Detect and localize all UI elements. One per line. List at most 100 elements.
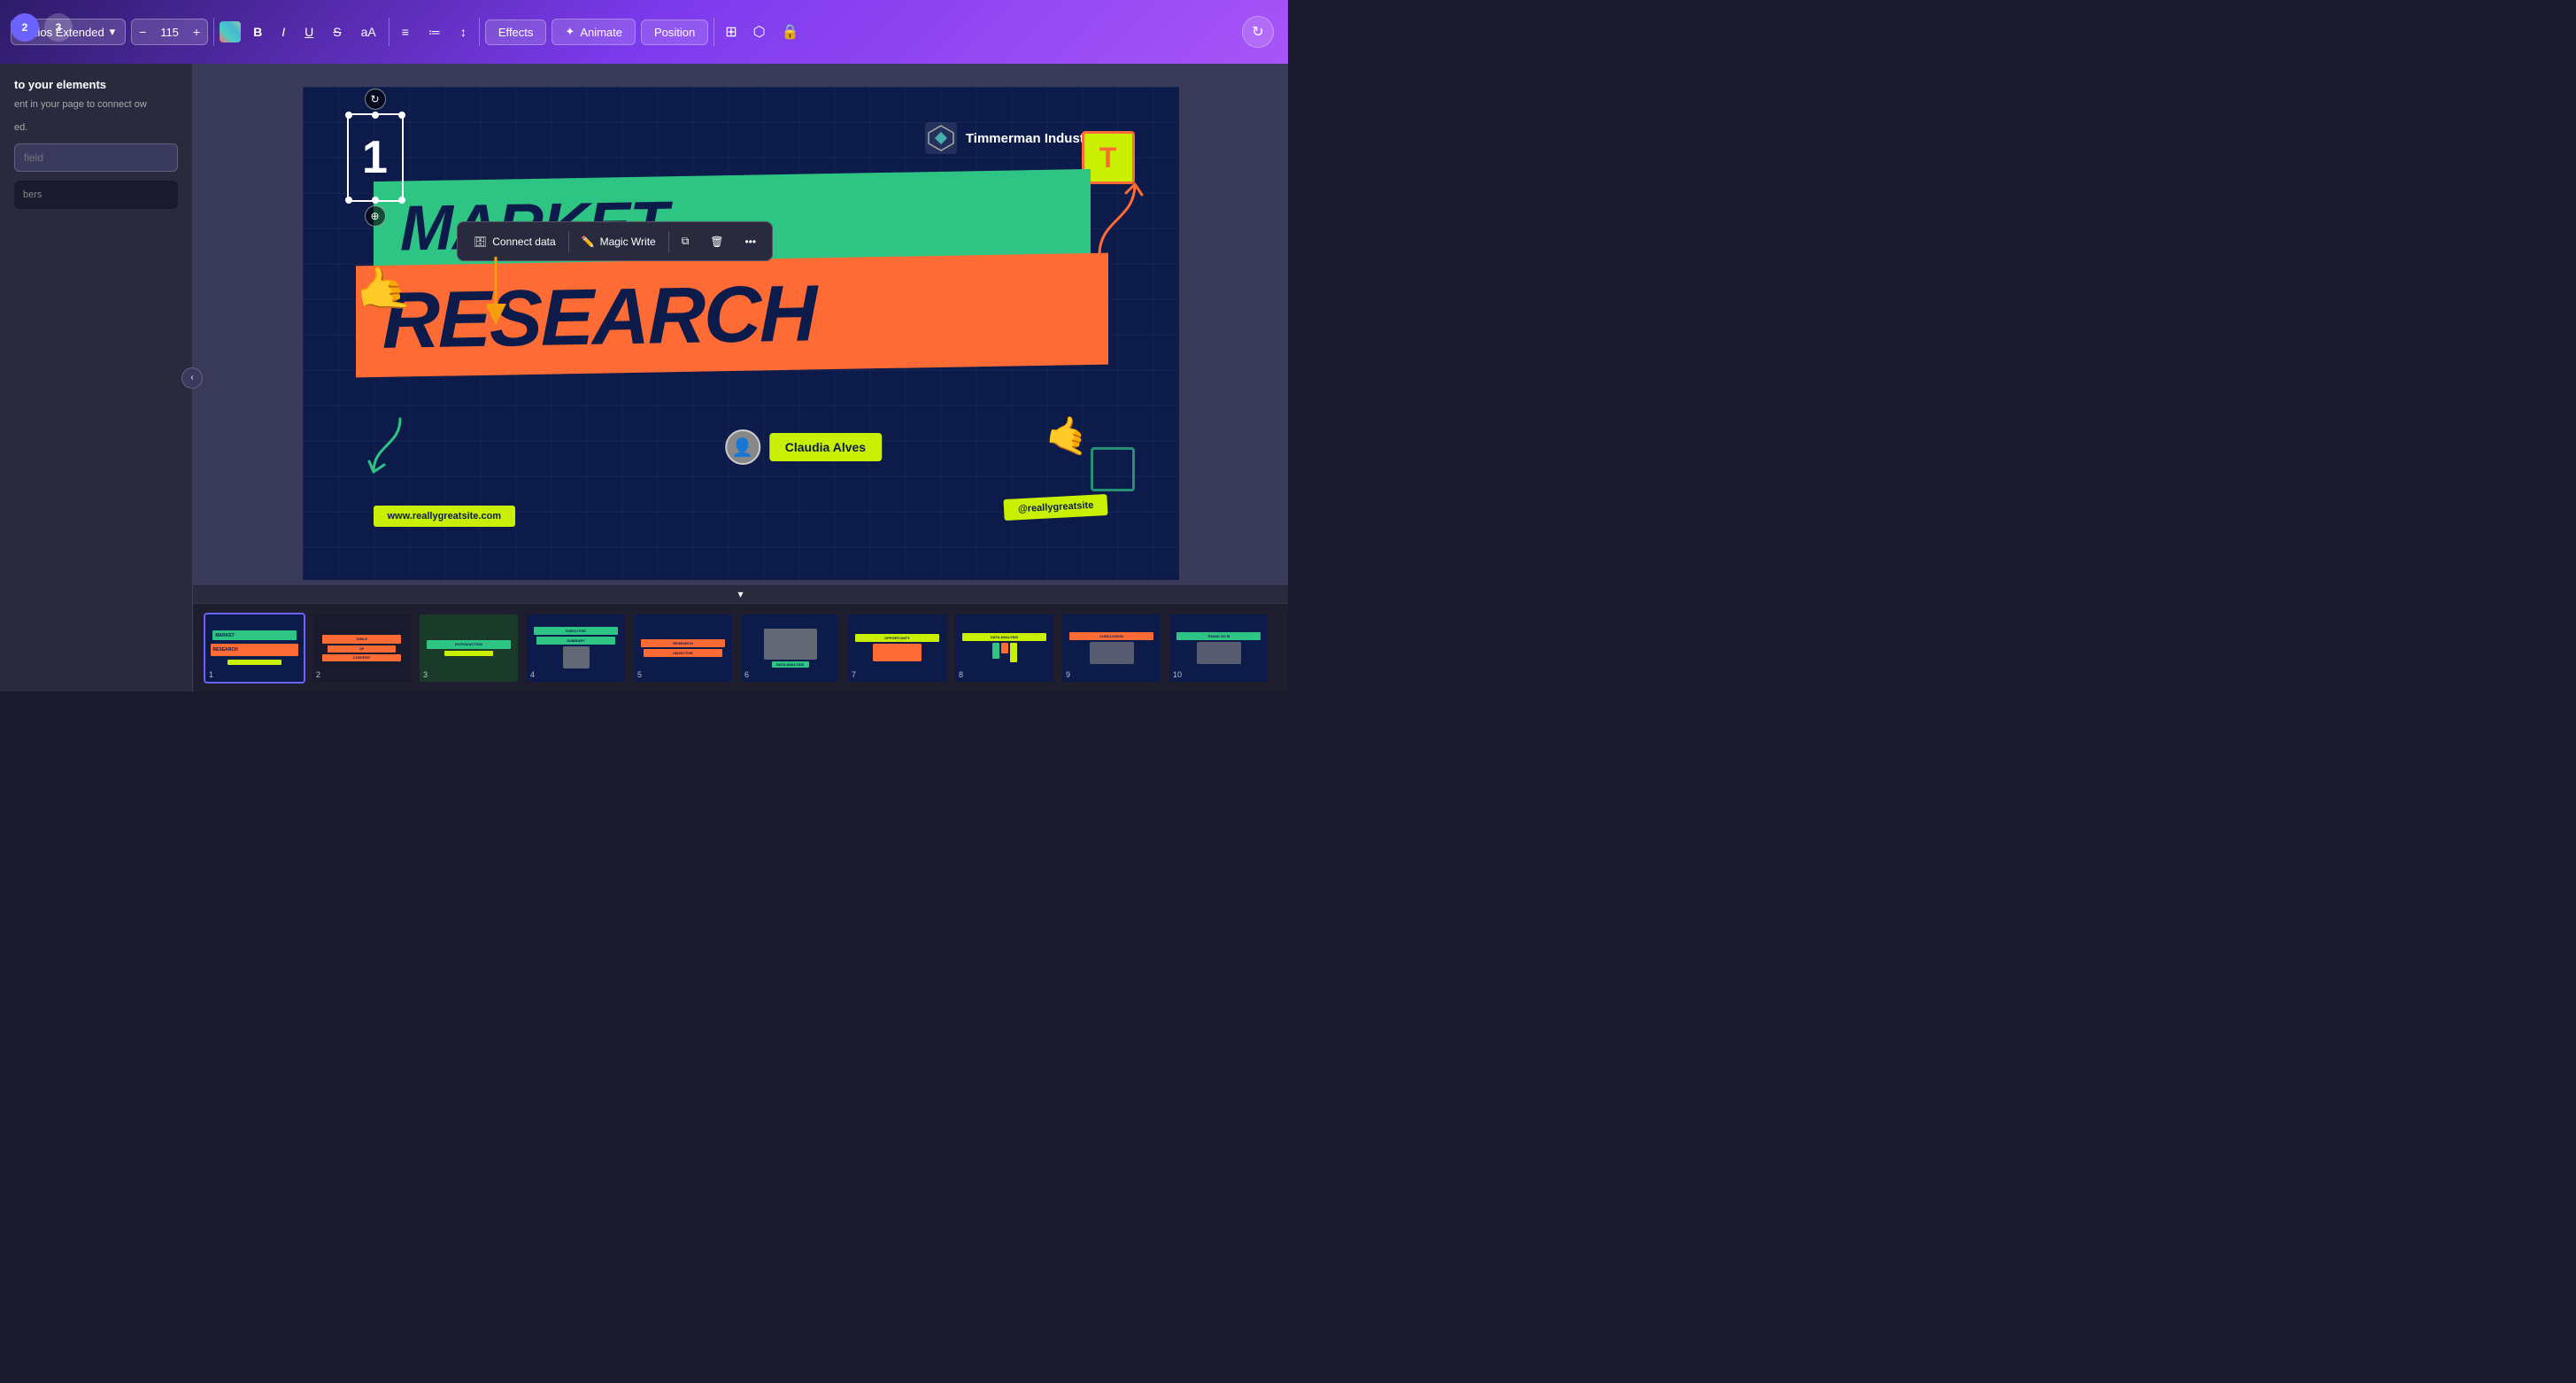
step-circles: 2 3 [0,13,83,42]
font-size-value[interactable]: 115 [153,26,186,39]
connect-data-btn[interactable]: 🗄 Connect data [465,230,565,253]
frame-icon[interactable]: ⬡ [748,18,771,46]
magic-write-icon: ✏️ [582,236,595,248]
decrease-font-btn[interactable]: − [132,19,153,44]
database-icon: 🗄 [474,236,487,248]
slide-thumb-7[interactable]: OPPORTUNITY 7 [846,613,948,684]
rotate-handle[interactable]: ↻ [365,89,386,110]
magic-write-btn[interactable]: ✏️ Magic Write [573,230,665,253]
thumb-1-content: MARKET RESEARCH [205,614,304,682]
connect-data-label: Connect data [492,236,555,248]
canvas-area: Timmerman Industries T 📌 MARKET RESEARCH… [193,64,1288,603]
position-btn[interactable]: Position [641,19,708,45]
collapse-arrow[interactable]: ▾ [193,585,1288,603]
more-btn[interactable]: ••• [737,230,766,253]
grid-icon[interactable]: ⊞ [720,18,742,46]
slide-thumb-6[interactable]: DATA ANALYSIS 6 [739,613,841,684]
refresh-btn[interactable]: ↻ [1242,16,1274,48]
ctx-divider-2 [668,231,669,252]
copy-btn[interactable]: ⧉ [673,229,698,253]
divider-1 [213,18,214,46]
color-picker[interactable] [220,21,241,42]
handle-bm[interactable] [372,197,379,204]
sidebar-dot: ed. [14,122,178,133]
hand-left-icon: 🤙 [351,259,415,321]
handle-bl[interactable] [345,197,352,204]
divider-4 [713,18,714,46]
handle-tm[interactable] [372,112,379,119]
sidebar-toggle[interactable]: ‹ [181,367,203,389]
company-logo-icon [925,122,957,154]
slide-num-5: 5 [637,670,642,679]
slide-thumb-4[interactable]: EXECUTIVE SUMMARY 4 [525,613,627,684]
strikethrough-btn[interactable]: S [326,19,348,44]
research-banner[interactable]: RESEARCH [356,253,1108,378]
hand-right-icon: 🤙 [1043,411,1093,460]
author-badge: 👤 Claudia Alves [725,429,882,465]
slide-thumb-3[interactable]: INTRODUCTION 3 [418,613,520,684]
slide-num-3: 3 [423,670,428,679]
slide-content: Timmerman Industries T 📌 MARKET RESEARCH… [303,87,1179,580]
sidebar-desc: ent in your page to connect ow [14,98,178,112]
number-display: 1 [362,131,388,184]
slide-thumb-1[interactable]: MARKET RESEARCH 1 [204,613,305,684]
magic-write-label: Magic Write [600,236,656,248]
slide-canvas: Timmerman Industries T 📌 MARKET RESEARCH… [303,87,1179,580]
list-btn[interactable]: ≔ [421,19,448,45]
sidebar: to your elements ent in your page to con… [0,64,193,692]
trash-icon: 🗑 [710,236,723,248]
divider-3 [479,18,480,46]
sidebar-dark-box-text: bers [23,189,169,200]
url-badge-left: www.reallygreatsite.com [374,506,516,527]
bold-btn[interactable]: B [246,19,269,44]
slide-thumb-2[interactable]: TABLE OF CONTENT 2 [311,613,413,684]
step-1[interactable]: 2 [11,13,39,42]
crop-box-icon [1091,447,1135,491]
context-menu: 🗄 Connect data ✏️ Magic Write ⧉ 🗑 ••• [457,221,773,261]
handle-tr[interactable] [398,112,405,119]
effects-btn[interactable]: Effects [485,19,547,45]
slide-num-9: 9 [1066,670,1070,679]
animate-icon: ✦ [565,25,575,39]
toolbar-left: Helios Extended ▾ − 115 + B I U S aA ≡ ≔… [11,18,1277,46]
url-badge-right: @reallygreatsite [1004,494,1108,521]
sidebar-input[interactable] [14,143,178,172]
slide-thumb-8[interactable]: DATA ANALYSIS 8 [953,613,1055,684]
lock-icon[interactable]: 🔒 [776,18,805,46]
slide-thumb-9[interactable]: CONCLUSION 9 [1060,613,1162,684]
line-height-btn[interactable]: ↕ [453,19,474,44]
handle-br[interactable] [398,197,405,204]
increase-font-btn[interactable]: + [186,19,207,44]
slide-num-8: 8 [959,670,963,679]
slide-thumb-10[interactable]: THANK SO M 10 [1168,613,1269,684]
ctx-divider-1 [568,231,569,252]
animate-btn[interactable]: ✦ Animate [551,19,636,45]
company-header: Timmerman Industries [925,122,1108,154]
author-avatar: 👤 [725,429,760,465]
filmstrip: MARKET RESEARCH 1 TABLE OF CONTENT 2 [193,603,1288,692]
sidebar-dark-box: bers [14,181,178,209]
delete-btn[interactable]: 🗑 [701,230,732,253]
step-2[interactable]: 3 [44,13,73,42]
align-btn[interactable]: ≡ [395,19,416,44]
chevron-down-icon: ▾ [110,25,116,39]
chevron-down-icon: ▾ [737,588,743,600]
slide-num-2: 2 [316,670,320,679]
arrow-green-icon [365,410,409,491]
author-name-badge: Claudia Alves [769,433,882,461]
selected-number-element[interactable]: ↻ ⊕ 1 [347,113,404,202]
move-handle[interactable]: ⊕ [365,205,386,227]
context-arrow [487,257,540,332]
font-size-control: − 115 + [131,19,208,45]
slide-thumb-5[interactable]: RESEARCH OBJECTIVE 5 [632,613,734,684]
underline-btn[interactable]: U [297,19,320,44]
animate-label: Animate [580,26,622,39]
sidebar-title: to your elements [14,78,178,91]
slide-num-7: 7 [852,670,856,679]
slide-num-1: 1 [209,670,213,679]
case-btn[interactable]: aA [354,19,383,44]
italic-btn[interactable]: I [274,19,292,44]
slide-num-4: 4 [530,670,535,679]
arrow-orange-icon [1091,175,1144,276]
handle-tl[interactable] [345,112,352,119]
